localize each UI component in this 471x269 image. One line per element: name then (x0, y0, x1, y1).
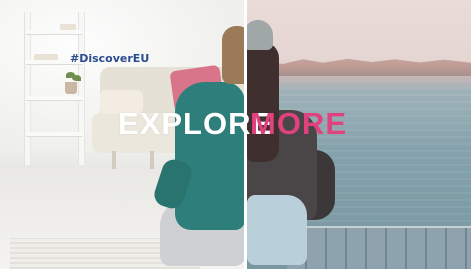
person-right-jacket (247, 195, 307, 265)
headline-more: MORE (250, 106, 347, 141)
sofa-leg (150, 151, 154, 169)
promo-image: #DiscoverEU EXPLORE MORE (0, 0, 471, 269)
person-left-hoodie (175, 82, 245, 230)
person-left-hair (222, 26, 245, 84)
person-right-beanie (247, 20, 273, 50)
sofa-leg (112, 151, 116, 169)
wooden-dock (287, 228, 471, 269)
hashtag-label: #DiscoverEU (70, 52, 150, 65)
person-right-hair (247, 42, 279, 162)
distant-shore (247, 58, 471, 76)
